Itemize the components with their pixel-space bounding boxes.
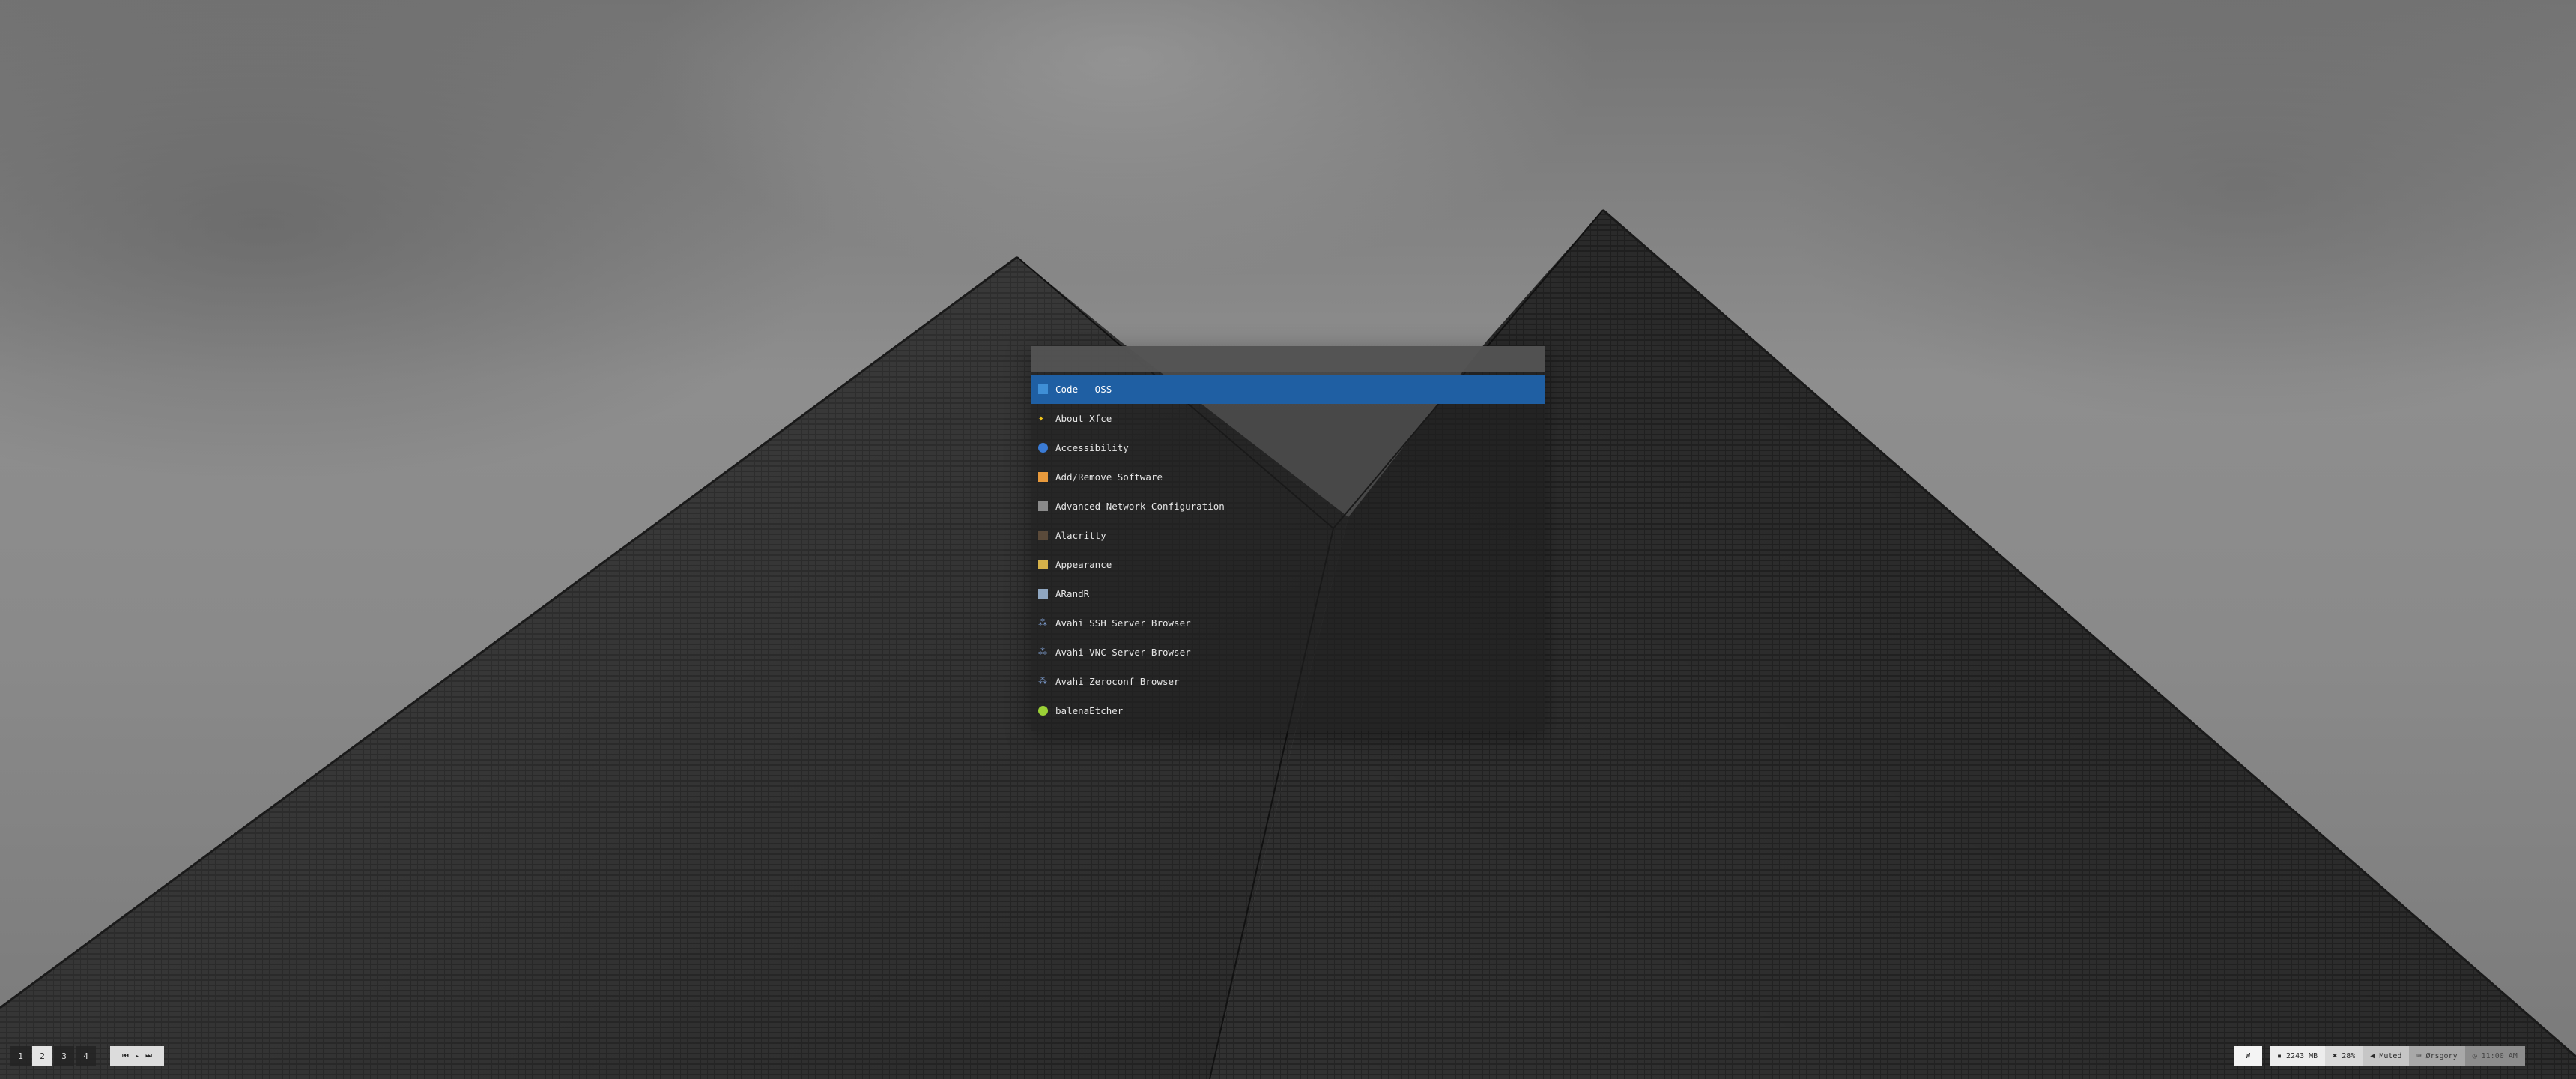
memory-icon: ▪ <box>2277 1052 2282 1060</box>
battery-icon: ✖ <box>2333 1052 2338 1060</box>
volume-module[interactable]: ◀ Muted <box>2363 1046 2410 1066</box>
avahi-icon: ⁂ <box>1038 647 1047 657</box>
launcher-item[interactable]: ⁂ Avahi Zeroconf Browser <box>1031 667 1545 696</box>
status-bar: W ▪ 2243 MB ✖ 28% ◀ Muted ⌨ Ørsgory ◷ 11… <box>2234 1046 2525 1066</box>
media-controls: ⏮ ▸ ⏭ <box>110 1046 164 1066</box>
memory-value: 2243 MB <box>2286 1052 2318 1060</box>
launcher-item-label: ARandR <box>1055 588 1090 599</box>
launcher-item-label: Advanced Network Configuration <box>1055 501 1225 512</box>
play-button[interactable]: ▸ <box>135 1052 139 1060</box>
launcher-item-label: Alacritty <box>1055 530 1106 541</box>
code-oss-icon <box>1038 384 1048 394</box>
workspace-button-4[interactable]: 4 <box>76 1046 96 1066</box>
launcher-search-input[interactable] <box>1031 346 1545 372</box>
launcher-item[interactable]: ⁂ Avahi VNC Server Browser <box>1031 638 1545 667</box>
launcher-item[interactable]: ✦ About Xfce <box>1031 404 1545 433</box>
memory-module[interactable]: ▪ 2243 MB <box>2270 1046 2326 1066</box>
workspace-button-1[interactable]: 1 <box>10 1046 31 1066</box>
workspace-button-2[interactable]: 2 <box>32 1046 52 1066</box>
avahi-icon: ⁂ <box>1038 676 1047 686</box>
launcher-item-label: Appearance <box>1055 559 1112 570</box>
launcher-item[interactable]: Alacritty <box>1031 521 1545 550</box>
etcher-icon <box>1038 706 1048 716</box>
launcher-item-label: Add/Remove Software <box>1055 471 1163 483</box>
launcher-item[interactable]: ⁂ Avahi SSH Server Browser <box>1031 608 1545 638</box>
launcher-item[interactable]: Advanced Network Configuration <box>1031 492 1545 521</box>
launcher-item-label: Avahi Zeroconf Browser <box>1055 676 1180 687</box>
app-launcher: Code - OSS ✦ About Xfce Accessibility Add/Re… <box>1031 346 1545 731</box>
launcher-item-label: Avahi VNC Server Browser <box>1055 647 1191 658</box>
package-icon <box>1038 472 1048 482</box>
avahi-icon: ⁂ <box>1038 617 1047 628</box>
keyboard-icon: ⌨ <box>2416 1052 2422 1060</box>
launcher-item[interactable]: Appearance <box>1031 550 1545 579</box>
previous-track-button[interactable]: ⏮ <box>122 1052 129 1060</box>
next-track-button[interactable]: ⏭ <box>145 1052 152 1060</box>
launcher-item-label: Avahi SSH Server Browser <box>1055 617 1191 629</box>
terminal-icon <box>1038 531 1048 540</box>
appearance-icon <box>1038 560 1048 569</box>
accessibility-icon <box>1038 443 1048 453</box>
keyboard-layout-module[interactable]: ⌨ Ørsgory <box>2409 1046 2465 1066</box>
launcher-item[interactable]: Accessibility <box>1031 433 1545 462</box>
workspace-button-3[interactable]: 3 <box>54 1046 74 1066</box>
keyboard-layout-value: Ørsgory <box>2425 1052 2458 1060</box>
launcher-item-label: About Xfce <box>1055 413 1112 424</box>
launcher-item-label: Accessibility <box>1055 442 1129 453</box>
xfce-star-icon: ✦ <box>1038 413 1044 424</box>
display-icon <box>1038 589 1048 599</box>
launcher-item[interactable]: Code - OSS <box>1031 375 1545 404</box>
battery-module[interactable]: ✖ 28% <box>2325 1046 2363 1066</box>
launcher-item[interactable]: balenaEtcher <box>1031 696 1545 725</box>
battery-value: 28% <box>2342 1052 2356 1060</box>
launcher-item[interactable]: ARandR <box>1031 579 1545 608</box>
clock-value: 11:00 AM <box>2481 1052 2518 1060</box>
workspace-switcher: 1234 <box>10 1046 97 1066</box>
clock-icon: ◷ <box>2472 1052 2477 1060</box>
launcher-item-label: balenaEtcher <box>1055 705 1124 716</box>
clock-module[interactable]: ◷ 11:00 AM <box>2464 1046 2525 1066</box>
volume-value: Muted <box>2379 1052 2402 1060</box>
volume-muted-icon: ◀ <box>2370 1052 2375 1060</box>
launcher-item[interactable]: Add/Remove Software <box>1031 462 1545 492</box>
window-indicator-label: W <box>2245 1052 2251 1060</box>
network-icon <box>1038 501 1048 511</box>
window-indicator[interactable]: W <box>2234 1046 2262 1066</box>
launcher-item-label: Code - OSS <box>1055 384 1112 395</box>
launcher-list: Code - OSS ✦ About Xfce Accessibility Add/Re… <box>1031 375 1545 725</box>
